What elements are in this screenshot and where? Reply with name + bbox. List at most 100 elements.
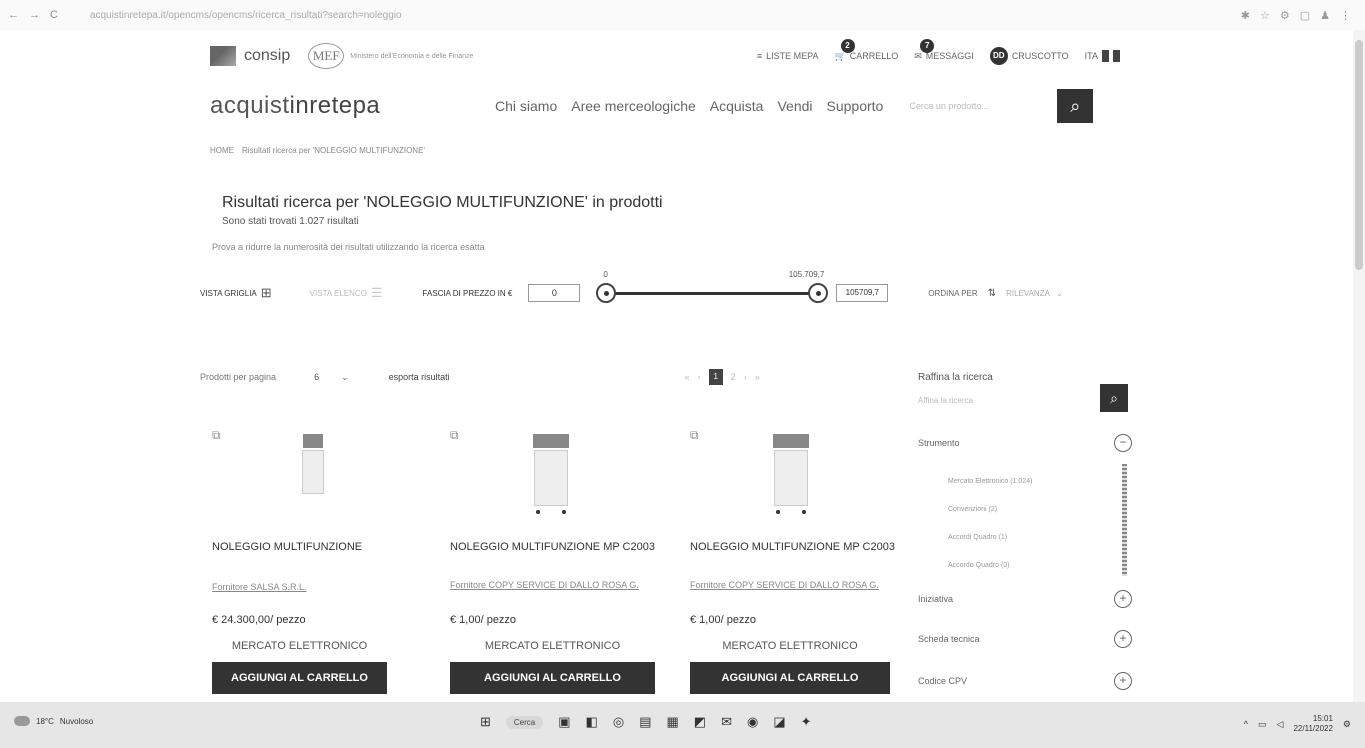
refine-search-button[interactable]: ⌕ [1100,384,1128,412]
messages-link[interactable]: 7 ✉ MESSAGGI [914,38,974,62]
app-icon[interactable]: ◩ [694,714,706,730]
menu-item-aree[interactable]: Aree merceologiche [571,98,696,114]
forward-icon[interactable]: → [29,9,40,21]
current-page[interactable]: 1 [708,369,723,385]
slider-min-handle[interactable] [596,283,617,303]
price-max-input[interactable]: 105709,7 [836,284,889,302]
clock[interactable]: 15:01 22/11/2022 [1293,714,1332,734]
taskbar-search[interactable]: Cerca [505,715,544,729]
brand-logo[interactable]: acquistinretepa [210,92,495,120]
product-card: ⧉ NOLEGGIO MULTIFUNZIONE Fornitore SALSA… [212,428,432,700]
external-link-icon[interactable]: ⧉ [212,428,221,443]
product-image[interactable] [770,434,812,520]
outlook-icon[interactable]: ✉ [721,714,732,730]
chevron-down-icon[interactable]: ⌄ [341,372,349,383]
product-name[interactable]: NOLEGGIO MULTIFUNZIONE [212,540,422,555]
extension-icon[interactable]: ✱ [1241,9,1250,22]
volume-icon[interactable]: ◁ [1277,719,1284,730]
slider-max-handle[interactable] [808,283,829,303]
add-to-cart-button[interactable]: AGGIUNGI AL CARRELLO [450,662,655,694]
profile-icon[interactable]: ♟ [1320,9,1330,22]
facet-option[interactable]: Accordi Quadro (1) [948,534,1007,541]
add-to-cart-button[interactable]: AGGIUNGI AL CARRELLO [212,662,387,694]
weather-widget[interactable]: 18°C Nuvoloso [14,716,93,726]
facet-iniziativa[interactable]: Iniziativa + [918,590,1148,608]
price-min-input[interactable]: 0 [528,284,581,302]
add-to-cart-button[interactable]: AGGIUNGI AL CARRELLO [690,662,890,694]
product-supplier[interactable]: Fornitore COPY SERVICE DI DALLO ROSA G. [690,580,879,590]
weather-temp: 18°C [36,716,54,726]
sort-select[interactable]: RILEVANZA [1006,289,1050,298]
menu-item-vendi[interactable]: Vendi [777,98,812,114]
cart-link[interactable]: 2 🛒 CARRELLO [835,38,898,62]
sort-direction-icon[interactable]: ⇅ [988,288,996,299]
windows-start-icon[interactable]: ⊞ [480,714,491,730]
search-input[interactable]: Cerca un prodotto... [909,101,1029,111]
product-image[interactable] [530,434,572,520]
menu-item-acquista[interactable]: Acquista [710,98,764,114]
list-icon: ≡ [756,51,763,61]
language-selector[interactable]: ITA [1085,50,1120,62]
per-page-select[interactable]: 6 [314,372,319,382]
slider-track[interactable] [606,292,819,295]
app-icon[interactable]: ✦ [801,714,812,730]
star-icon[interactable]: ☆ [1260,9,1270,22]
external-link-icon[interactable]: ⧉ [690,428,699,443]
file-explorer-icon[interactable]: ▤ [639,714,651,730]
page-scrollbar[interactable] [1353,30,1365,702]
price-slider[interactable]: 0 105.709,7 [596,270,829,310]
network-icon[interactable]: ▭ [1258,719,1267,730]
notification-icon[interactable]: ⚙ [1343,719,1351,730]
task-view-icon[interactable]: ▣ [558,714,570,730]
puzzle-icon[interactable]: ⚙ [1280,9,1290,22]
mef-logo[interactable]: MEF Ministero dell'Economia e delle Fina… [308,43,473,69]
breadcrumb-home[interactable]: HOME [210,146,234,155]
reload-icon[interactable]: C [50,9,58,21]
facet-option[interactable]: Convenzioni (2) [948,506,997,513]
next-page-button[interactable]: › [744,372,747,382]
expand-icon[interactable]: + [1114,630,1132,648]
grid-view-toggle[interactable]: VISTA GRIGLIA ⊞ [200,285,272,301]
facet-option[interactable]: Accordo Quadro (0) [948,562,1009,569]
export-results-link[interactable]: esporta risultati [389,372,450,382]
scrollbar-thumb[interactable] [1355,40,1363,270]
widgets-icon[interactable]: ◧ [586,714,598,730]
product-image[interactable] [292,434,334,520]
collapse-icon[interactable]: − [1114,434,1132,452]
search-icon: ⌕ [1070,95,1081,116]
page-2[interactable]: 2 [731,372,736,382]
chrome-icon[interactable]: ◉ [747,714,758,730]
facet-strumento[interactable]: Strumento − [918,434,1148,452]
edge-icon[interactable]: ◎ [613,714,624,730]
liste-mepa-link[interactable]: ≡ LISTE MEPA [757,51,819,61]
expand-icon[interactable]: + [1114,590,1132,608]
more-icon[interactable]: ⋮ [1340,9,1351,22]
list-view-toggle[interactable]: VISTA ELENCO ☰ [310,285,383,301]
facet-scheda-tecnica[interactable]: Scheda tecnica + [918,630,1148,648]
product-supplier[interactable]: Fornitore COPY SERVICE DI DALLO ROSA G. [450,580,639,590]
facet-option[interactable]: Mercato Elettronico (1.024) [948,478,1032,485]
last-page-button[interactable]: » [755,372,760,382]
chevron-up-icon[interactable]: ^ [1244,719,1248,729]
search-button[interactable]: ⌕ [1057,89,1094,123]
refine-input[interactable]: Affina la ricerca [918,396,973,405]
facet-codice-cpv[interactable]: Codice CPV + [918,672,1148,690]
consip-logo[interactable]: consip [210,46,290,66]
prev-page-button[interactable]: ‹ [698,372,701,382]
product-supplier[interactable]: Fornitore SALSA S.R.L. [212,582,307,592]
menu-item-supporto[interactable]: Supporto [827,98,884,114]
facet-scrollbar[interactable] [1122,464,1127,576]
product-name[interactable]: NOLEGGIO MULTIFUNZIONE MP C2003 [690,540,900,555]
teams-icon[interactable]: ◪ [773,714,785,730]
window-icon[interactable]: ▢ [1300,9,1310,22]
store-icon[interactable]: ▦ [666,714,678,730]
dashboard-link[interactable]: DD CRUSCOTTO [989,47,1069,65]
expand-icon[interactable]: + [1114,672,1132,690]
menu-item-chi-siamo[interactable]: Chi siamo [495,98,557,114]
external-link-icon[interactable]: ⧉ [450,428,459,443]
first-page-button[interactable]: « [685,372,690,382]
product-name[interactable]: NOLEGGIO MULTIFUNZIONE MP C2003 [450,540,660,555]
chevron-down-icon[interactable]: ⌄ [1056,289,1063,298]
back-icon[interactable]: ← [8,9,19,21]
address-bar[interactable]: acquistinretepa.it/opencms/opencms/ricer… [90,10,1241,21]
